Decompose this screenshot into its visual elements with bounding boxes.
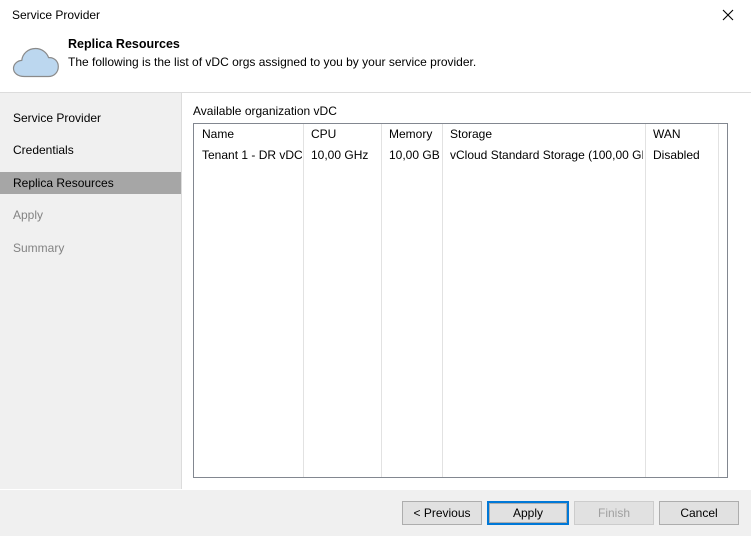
page-description: The following is the list of vDC orgs as… [68,55,477,69]
sidebar-item-replica-resources[interactable]: Replica Resources [0,172,181,194]
column-header-storage[interactable]: Storage [450,124,643,145]
cell-memory: 10,00 GB [389,148,440,162]
column-divider[interactable] [442,124,443,477]
cell-cpu: 10,00 GHz [311,148,369,162]
available-vdc-label: Available organization vDC [193,104,337,118]
cell-wan: Disabled [653,148,700,162]
sidebar-item-summary[interactable]: Summary [0,237,181,259]
footer-bar: < Previous Apply Finish Cancel [0,490,751,536]
column-divider[interactable] [303,124,304,477]
title-bar: Service Provider [0,0,751,30]
cell-name: Tenant 1 - DR vDC [202,148,302,162]
column-divider[interactable] [718,124,719,477]
wizard-sidebar: Service Provider Credentials Replica Res… [0,93,181,490]
header-band: Replica Resources The following is the l… [0,30,751,92]
page-title: Replica Resources [68,37,180,51]
close-button[interactable] [705,0,751,30]
column-divider[interactable] [645,124,646,477]
previous-button[interactable]: < Previous [402,501,482,525]
column-header-wan[interactable]: WAN [653,124,719,145]
sidebar-item-service-provider[interactable]: Service Provider [0,107,181,129]
finish-button: Finish [574,501,654,525]
vdc-table[interactable]: Name CPU Memory Storage WAN Tenant 1 - D… [193,123,728,478]
column-header-cpu[interactable]: CPU [311,124,381,145]
column-divider[interactable] [381,124,382,477]
sidebar-item-apply[interactable]: Apply [0,204,181,226]
column-header-name[interactable]: Name [202,124,302,145]
table-row[interactable]: Tenant 1 - DR vDC 10,00 GHz 10,00 GB vCl… [194,145,727,166]
cell-storage: vCloud Standard Storage (100,00 GB) [450,148,643,162]
cancel-button[interactable]: Cancel [659,501,739,525]
sidebar-item-credentials[interactable]: Credentials [0,139,181,161]
table-header-row: Name CPU Memory Storage WAN [194,124,727,145]
apply-button[interactable]: Apply [487,501,569,525]
cloud-icon [10,43,60,81]
column-header-memory[interactable]: Memory [389,124,441,145]
close-icon [722,9,734,21]
window-title: Service Provider [12,8,101,22]
